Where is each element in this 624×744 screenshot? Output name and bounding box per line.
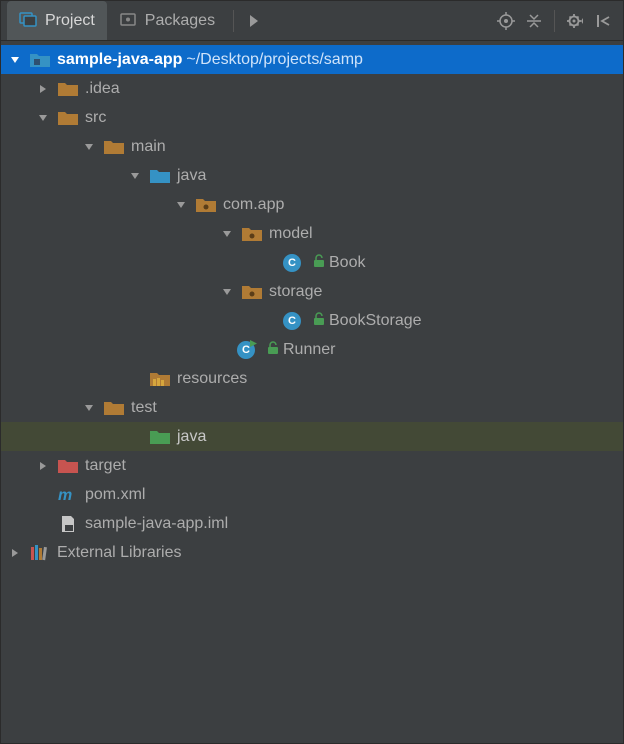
collapse-all-button[interactable]	[520, 7, 548, 35]
test-folder-icon	[149, 426, 171, 448]
tree-node-comapp[interactable]: com.app	[1, 190, 623, 219]
toolbar-separator	[233, 10, 234, 32]
project-name: sample-java-app	[57, 51, 182, 69]
chevron-right-icon[interactable]	[35, 81, 51, 97]
chevron-down-icon[interactable]	[7, 52, 23, 68]
chevron-down-icon[interactable]	[35, 110, 51, 126]
tree-node-external-libraries[interactable]: External Libraries	[1, 538, 623, 567]
chevron-right-icon[interactable]	[7, 545, 23, 561]
node-label: Runner	[283, 341, 335, 359]
source-folder-icon	[149, 165, 171, 187]
node-label: java	[177, 167, 206, 185]
toolbar-separator	[554, 10, 555, 32]
tree-node-iml[interactable]: sample-java-app.iml	[1, 509, 623, 538]
tree-node-book-class[interactable]: C Book	[1, 248, 623, 277]
node-label: sample-java-app.iml	[85, 515, 228, 533]
svg-text:m: m	[58, 487, 72, 504]
chevron-down-icon[interactable]	[173, 197, 189, 213]
tree-node-resources[interactable]: resources	[1, 364, 623, 393]
hide-button[interactable]	[589, 7, 617, 35]
folder-icon	[57, 78, 79, 100]
node-label: storage	[269, 283, 322, 301]
tree-node-runner-class[interactable]: C Runner	[1, 335, 623, 364]
tree-node-test[interactable]: test	[1, 393, 623, 422]
locate-button[interactable]	[492, 7, 520, 35]
project-tab-icon	[19, 10, 37, 32]
node-label: resources	[177, 370, 247, 388]
gear-button[interactable]	[561, 7, 589, 35]
tree-node-project-root[interactable]: sample-java-app ~/Desktop/projects/samp	[1, 45, 623, 74]
project-tree[interactable]: sample-java-app ~/Desktop/projects/samp …	[1, 41, 623, 743]
node-label: main	[131, 138, 166, 156]
tree-node-bookstorage-class[interactable]: C BookStorage	[1, 306, 623, 335]
node-label: com.app	[223, 196, 284, 214]
tab-packages[interactable]: Packages	[107, 1, 227, 40]
tab-label: Project	[45, 12, 95, 30]
node-label: .idea	[85, 80, 120, 98]
package-icon	[241, 223, 263, 245]
tree-node-java-test[interactable]: java	[1, 422, 623, 451]
tree-node-idea[interactable]: .idea	[1, 74, 623, 103]
vcs-added-icon	[267, 341, 279, 359]
vcs-added-icon	[313, 312, 325, 330]
class-icon: C	[281, 310, 303, 332]
libraries-icon	[29, 542, 51, 564]
maven-file-icon: m	[57, 484, 79, 506]
iml-file-icon	[57, 513, 79, 535]
package-icon	[195, 194, 217, 216]
packages-tab-icon	[119, 10, 137, 32]
node-label: model	[269, 225, 313, 243]
chevron-right-icon[interactable]	[35, 458, 51, 474]
module-folder-icon	[29, 49, 51, 71]
vcs-added-icon	[313, 254, 325, 272]
folder-icon	[103, 136, 125, 158]
node-label: target	[85, 457, 126, 475]
tree-node-pom[interactable]: m pom.xml	[1, 480, 623, 509]
tab-label: Packages	[145, 12, 215, 30]
folder-icon	[57, 107, 79, 129]
resources-folder-icon	[149, 368, 171, 390]
node-label: Book	[329, 254, 365, 272]
runnable-class-icon: C	[235, 339, 257, 361]
tab-project[interactable]: Project	[7, 1, 107, 40]
tree-node-model[interactable]: model	[1, 219, 623, 248]
chevron-down-icon[interactable]	[219, 226, 235, 242]
node-label: External Libraries	[57, 544, 182, 562]
chevron-down-icon[interactable]	[127, 168, 143, 184]
tree-node-storage[interactable]: storage	[1, 277, 623, 306]
tree-node-src[interactable]: src	[1, 103, 623, 132]
node-label: java	[177, 428, 206, 446]
class-icon: C	[281, 252, 303, 274]
chevron-down-icon[interactable]	[219, 284, 235, 300]
chevron-down-icon[interactable]	[81, 139, 97, 155]
tree-node-main[interactable]: main	[1, 132, 623, 161]
node-label: BookStorage	[329, 312, 422, 330]
right-arrow-button[interactable]	[240, 7, 268, 35]
toolbar: Project Packages	[1, 1, 623, 41]
tree-node-target[interactable]: target	[1, 451, 623, 480]
tree-node-java-main[interactable]: java	[1, 161, 623, 190]
project-path: ~/Desktop/projects/samp	[186, 51, 363, 69]
folder-icon	[103, 397, 125, 419]
node-label: src	[85, 109, 106, 127]
node-label: pom.xml	[85, 486, 145, 504]
package-icon	[241, 281, 263, 303]
node-label: test	[131, 399, 157, 417]
excluded-folder-icon	[57, 455, 79, 477]
chevron-down-icon[interactable]	[81, 400, 97, 416]
